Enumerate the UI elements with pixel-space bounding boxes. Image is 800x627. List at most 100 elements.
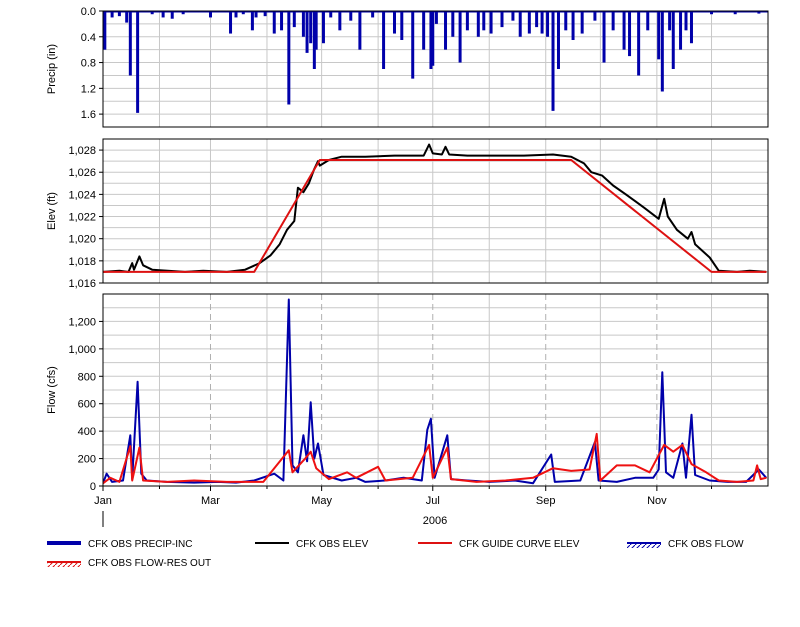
- elev-data-point: [612, 184, 614, 187]
- flow-y-tick-label: 800: [78, 371, 96, 383]
- elev-data-point: [523, 155, 525, 157]
- elev-y-tick-label: 1,018: [68, 256, 96, 268]
- flow-data-point: [273, 473, 275, 475]
- precip-y-axis-label: Precip (in): [46, 44, 58, 94]
- elev-data-point: [253, 271, 255, 273]
- legend-item: CFK OBS PRECIP-INC: [47, 539, 192, 550]
- flow-data-point: [579, 479, 581, 482]
- elev-data-point: [658, 218, 660, 220]
- flow-data-point: [475, 481, 478, 483]
- flow-data-point: [599, 479, 601, 482]
- elev-data-point: [341, 156, 343, 158]
- flow-data-point: [193, 479, 195, 482]
- elev-data-point: [319, 164, 321, 167]
- flow-data-point: [736, 481, 738, 483]
- elev-y-tick-label: 1,016: [68, 278, 96, 290]
- flow-data-point: [412, 477, 414, 479]
- legend-item: CFK GUIDE CURVE ELEV: [418, 539, 580, 550]
- legend-label: CFK OBS FLOW-RES OUT: [88, 558, 211, 569]
- elev-data-point: [279, 243, 281, 245]
- elev-data-point: [601, 174, 603, 177]
- flow-data-point: [142, 479, 144, 482]
- flow-data-point: [328, 478, 330, 480]
- elev-data-point: [552, 153, 554, 156]
- legend-item: CFK OBS FLOW-RES OUT: [47, 558, 211, 569]
- flow-data-point: [705, 471, 707, 473]
- elev-data-point: [423, 155, 425, 157]
- elev-data-point: [590, 171, 592, 173]
- flow-data-point: [430, 418, 432, 420]
- flow-data-point: [109, 477, 111, 479]
- flow-y-tick-label: 1,200: [68, 316, 96, 328]
- elev-data-point: [765, 271, 767, 273]
- flow-data-point: [588, 468, 591, 471]
- flow-data-point: [505, 479, 507, 482]
- precip-y-tick-label: 0.4: [81, 32, 96, 44]
- flow-data-point: [432, 477, 434, 479]
- elev-data-point: [663, 198, 665, 200]
- flow-y-tick-label: 1,000: [68, 344, 96, 356]
- flow-data-point: [288, 298, 290, 301]
- elev-data-point: [710, 271, 713, 273]
- precip-panel: 0.0 0.4 0.8 1.2 1.6 Precip (in): [46, 6, 769, 128]
- flow-data-point: [570, 470, 572, 472]
- elev-data-point: [244, 269, 246, 271]
- elevation-panel: 1,016 1,018 1,020 1,022 1,024 1,026 1,028 Elev …: [46, 138, 769, 290]
- flow-data-point: [681, 444, 683, 446]
- flow-data-point: [129, 445, 131, 447]
- precip-y-tick-label: 1.6: [81, 109, 96, 121]
- flow-y-tick-label: 600: [78, 399, 96, 411]
- flow-y-tick-label: 200: [78, 454, 96, 466]
- legend-item: CFK OBS ELEV: [255, 539, 369, 550]
- flow-data-point: [658, 468, 660, 471]
- flow-data-point: [652, 477, 654, 479]
- flow-data-point: [129, 434, 131, 436]
- flow-data-point: [310, 451, 312, 453]
- precip-y-tick-label: 0.0: [81, 6, 96, 18]
- flow-data-point: [137, 381, 139, 383]
- flow-data-point: [118, 481, 120, 483]
- elev-data-point: [428, 143, 430, 146]
- flow-data-point: [262, 481, 264, 483]
- x-tick-label: May: [311, 495, 332, 507]
- x-axis: Jan Mar May Jul Sep Nov 2006: [94, 486, 713, 527]
- elev-data-point: [570, 159, 572, 161]
- flow-data-point: [426, 429, 428, 431]
- flow-data-point: [446, 434, 448, 436]
- elev-data-point: [687, 238, 689, 240]
- elev-y-tick-label: 1,028: [68, 145, 96, 157]
- elev-data-point: [286, 229, 288, 231]
- flow-data-point: [616, 464, 618, 467]
- flow-data-point: [663, 444, 665, 446]
- flow-data-point: [690, 463, 693, 465]
- legend: CFK OBS PRECIP-INC CFK OBS ELEV CFK GUIDE …: [47, 539, 744, 569]
- elev-data-point: [133, 269, 135, 271]
- flow-data-point: [226, 481, 228, 483]
- flow-data-point: [302, 434, 305, 436]
- legend-label: CFK OBS PRECIP-INC: [88, 539, 192, 550]
- flow-data-point: [648, 471, 651, 473]
- flow-data-point: [315, 467, 317, 469]
- flow-data-point: [765, 477, 767, 479]
- flow-data-point: [433, 477, 436, 479]
- flow-data-point: [616, 481, 618, 483]
- elev-data-point: [308, 182, 310, 184]
- elev-data-point: [448, 153, 450, 156]
- flow-data-point: [634, 464, 636, 467]
- elev-y-tick-label: 1,022: [68, 212, 96, 224]
- flow-data-point: [672, 451, 674, 453]
- elev-data-point: [444, 146, 447, 148]
- elev-y-tick-label: 1,026: [68, 167, 96, 179]
- flow-data-point: [554, 481, 556, 483]
- elev-data-point: [583, 162, 585, 164]
- elev-data-point: [709, 256, 711, 259]
- flow-data-point: [346, 471, 348, 473]
- precip-y-tick-label: 1.2: [81, 83, 96, 95]
- flow-data-point: [138, 447, 141, 449]
- legend-item: CFK OBS FLOW: [627, 539, 744, 550]
- flow-y-tick-label: 400: [78, 426, 96, 438]
- elev-data-point: [151, 269, 153, 271]
- flow-data-point: [446, 447, 448, 449]
- x-tick-label: Nov: [647, 495, 667, 507]
- flow-data-point: [282, 479, 284, 482]
